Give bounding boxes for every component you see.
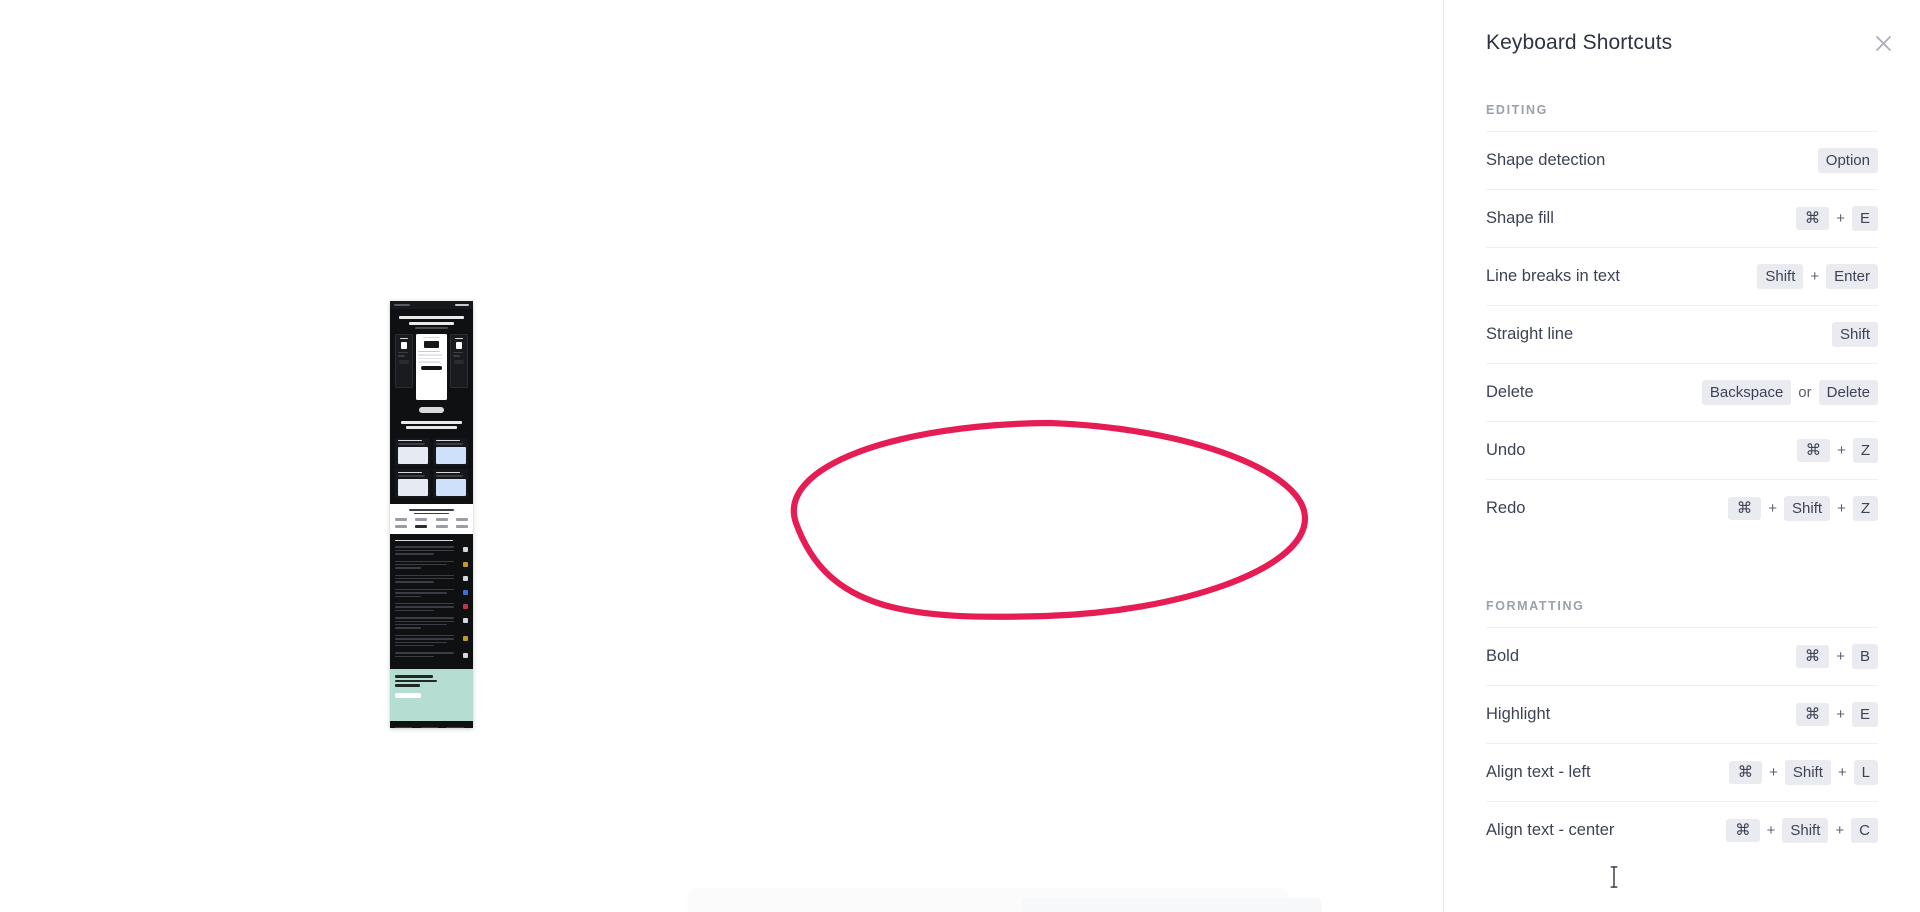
shortcut-keys: Option bbox=[1817, 147, 1878, 174]
key-badge: C bbox=[1851, 817, 1878, 844]
key-separator: + bbox=[1836, 648, 1845, 665]
key-badge: Shift bbox=[1784, 495, 1831, 522]
shortcut-row: Undo ⌘ + Z bbox=[1486, 421, 1878, 479]
thumb-navbar bbox=[390, 301, 473, 309]
shortcut-label: Align text - left bbox=[1486, 763, 1591, 781]
shortcut-label: Shape detection bbox=[1486, 151, 1606, 169]
close-icon bbox=[1874, 34, 1893, 53]
key-badge: Shift bbox=[1784, 759, 1831, 786]
shortcut-row: Align text - center ⌘ + Shift + C bbox=[1486, 801, 1878, 859]
shortcut-row: Redo ⌘ + Shift + Z bbox=[1486, 479, 1878, 537]
key-badge: Enter bbox=[1826, 263, 1878, 290]
key-badge: Option bbox=[1817, 147, 1878, 174]
key-badge: L bbox=[1853, 759, 1878, 786]
key-badge: Shift bbox=[1831, 321, 1878, 348]
freehand-canvas[interactable] bbox=[0, 0, 1443, 912]
shortcut-row: Shape fill ⌘ + E bbox=[1486, 189, 1878, 247]
shortcut-keys: ⌘ + E bbox=[1795, 205, 1878, 232]
thumb-feature-grid bbox=[390, 437, 473, 505]
shortcut-label: Bold bbox=[1486, 647, 1520, 665]
panel-header: Keyboard Shortcuts bbox=[1444, 0, 1920, 58]
key-separator: + bbox=[1837, 442, 1846, 459]
key-separator: + bbox=[1836, 706, 1845, 723]
key-badge: ⌘ bbox=[1727, 496, 1762, 521]
shortcut-row: Align text - left ⌘ + Shift + L bbox=[1486, 743, 1878, 801]
design-screen-thumbnail[interactable] bbox=[390, 301, 473, 728]
key-separator: + bbox=[1837, 764, 1847, 781]
freehand-app: in SAVE DRAFT bbox=[0, 0, 1920, 912]
bottom-toolbar-ghost-inner bbox=[1022, 898, 1322, 912]
key-badge: Shift bbox=[1757, 263, 1804, 290]
key-badge: ⌘ bbox=[1726, 818, 1760, 843]
keyboard-shortcuts-panel: Keyboard Shortcuts EDITING Shape detecti… bbox=[1443, 0, 1920, 912]
shortcut-row: Shape detection Option bbox=[1486, 131, 1878, 189]
shortcut-keys: ⌘ + B bbox=[1795, 643, 1878, 670]
shortcut-row: Delete Backspace or Delete bbox=[1486, 363, 1878, 421]
shortcut-keys: Shift + Enter bbox=[1757, 263, 1878, 290]
key-badge: Backspace bbox=[1701, 379, 1792, 406]
key-badge: Shift bbox=[1782, 817, 1829, 844]
shortcut-keys: ⌘ + Shift + L bbox=[1728, 759, 1878, 786]
thumb-cta-section bbox=[390, 669, 473, 722]
thumb-hero bbox=[390, 309, 473, 438]
thumb-faq bbox=[390, 534, 473, 669]
shortcut-keys: Shift bbox=[1831, 321, 1878, 348]
shortcut-keys: ⌘ + Z bbox=[1796, 437, 1878, 464]
key-separator: + bbox=[1768, 500, 1778, 517]
shortcut-row: Straight line Shift bbox=[1486, 305, 1878, 363]
shortcut-keys: ⌘ + Shift + C bbox=[1726, 817, 1878, 844]
shortcut-label: Redo bbox=[1486, 499, 1526, 517]
shortcut-keys: Backspace or Delete bbox=[1701, 379, 1878, 406]
ink-ellipse-annotation bbox=[790, 419, 1309, 620]
close-panel-button[interactable] bbox=[1868, 28, 1898, 58]
key-badge: ⌘ bbox=[1795, 644, 1830, 669]
key-separator: + bbox=[1769, 764, 1778, 781]
key-badge: Z bbox=[1852, 495, 1878, 522]
key-separator: + bbox=[1836, 210, 1845, 227]
key-badge: ⌘ bbox=[1796, 438, 1831, 463]
key-badge: ⌘ bbox=[1795, 702, 1830, 727]
thumb-logo-band bbox=[390, 504, 473, 534]
shortcut-list-formatting: Bold ⌘ + B Highlight ⌘ + E Align text - left ⌘ + Sh… bbox=[1486, 627, 1878, 859]
key-separator: + bbox=[1835, 822, 1845, 839]
shortcut-keys: ⌘ + Shift + Z bbox=[1727, 495, 1878, 522]
panel-title: Keyboard Shortcuts bbox=[1486, 31, 1673, 54]
shortcut-label: Shape fill bbox=[1486, 209, 1554, 227]
section-label-editing: EDITING bbox=[1486, 103, 1548, 117]
key-badge: B bbox=[1851, 643, 1878, 670]
shortcut-row: Highlight ⌘ + E bbox=[1486, 685, 1878, 743]
shortcut-label: Line breaks in text bbox=[1486, 267, 1620, 285]
shortcut-label: Align text - center bbox=[1486, 821, 1615, 839]
shortcut-keys: ⌘ + E bbox=[1795, 701, 1878, 728]
key-separator: + bbox=[1810, 268, 1820, 285]
shortcut-label: Highlight bbox=[1486, 705, 1551, 723]
key-separator: + bbox=[1766, 822, 1776, 839]
key-badge: ⌘ bbox=[1795, 206, 1830, 231]
key-badge: E bbox=[1851, 701, 1878, 728]
section-label-formatting: FORMATTING bbox=[1486, 599, 1585, 613]
key-badge: Delete bbox=[1818, 379, 1878, 406]
thumb-footer bbox=[390, 721, 473, 728]
key-badge: ⌘ bbox=[1728, 760, 1763, 785]
shortcut-label: Undo bbox=[1486, 441, 1526, 459]
shortcut-row: Bold ⌘ + B bbox=[1486, 627, 1878, 685]
key-separator: + bbox=[1837, 500, 1846, 517]
key-badge: Z bbox=[1852, 437, 1878, 464]
shortcut-list-editing: Shape detection Option Shape fill ⌘ + E Line b… bbox=[1486, 131, 1878, 537]
key-badge: E bbox=[1851, 205, 1878, 232]
shortcut-label: Straight line bbox=[1486, 325, 1574, 343]
shortcut-label: Delete bbox=[1486, 383, 1534, 401]
key-separator: or bbox=[1798, 384, 1812, 401]
shortcut-row: Line breaks in text Shift + Enter bbox=[1486, 247, 1878, 305]
